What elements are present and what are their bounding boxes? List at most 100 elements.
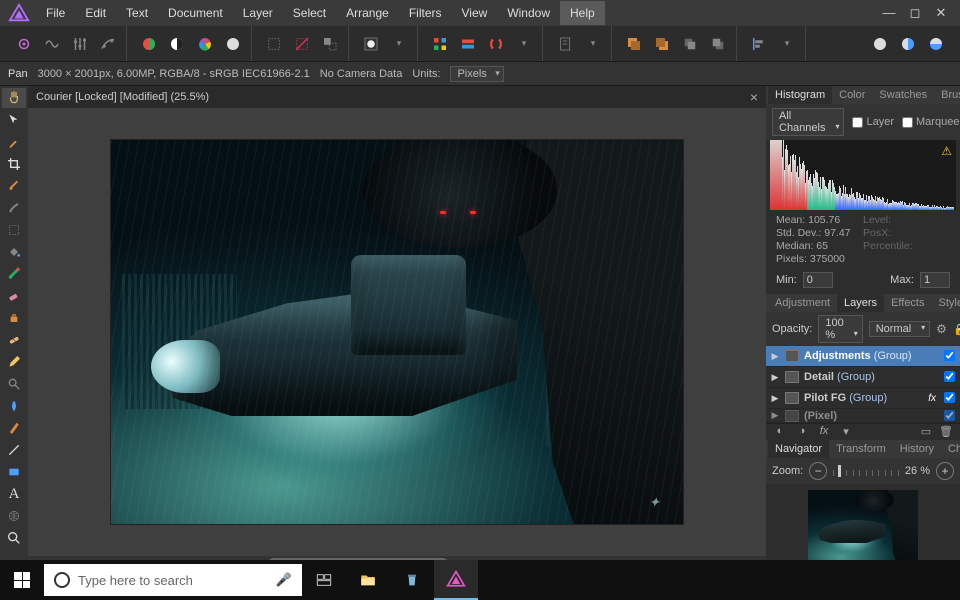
histogram-max-input[interactable] [920, 272, 950, 288]
recycle-bin-icon[interactable] [390, 560, 434, 600]
flood-fill-tool-icon[interactable] [2, 242, 26, 262]
task-view-icon[interactable] [302, 560, 346, 600]
layer-visibility-checkbox[interactable] [944, 371, 956, 383]
layer-expand-icon[interactable]: ▶ [770, 393, 780, 404]
layer-row-adjustments[interactable]: ▶Adjustments (Group) [766, 346, 960, 367]
layers-tab-effects[interactable]: Effects [884, 294, 931, 312]
crop-tool-icon[interactable] [2, 154, 26, 174]
delete-layer-icon[interactable]: 🗑 [938, 425, 954, 439]
layer-fx-icon[interactable]: fx [928, 393, 936, 404]
mesh-warp-tool-icon[interactable] [2, 506, 26, 526]
mic-icon[interactable]: 🎤 [276, 572, 292, 588]
document-tab-close-icon[interactable]: × [750, 89, 758, 105]
grid-icon[interactable] [428, 32, 452, 56]
layer-settings-icon[interactable]: ⚙ [936, 322, 947, 336]
dodge-tool-icon[interactable] [2, 374, 26, 394]
arrange-backward-icon[interactable] [706, 32, 730, 56]
histogram-tab-color[interactable]: Color [832, 86, 872, 104]
persona-tonemap-icon[interactable] [96, 32, 120, 56]
navigator-tab-channels[interactable]: Channels [941, 440, 960, 458]
selection-marquee-icon[interactable] [262, 32, 286, 56]
navigator-tab-history[interactable]: History [893, 440, 941, 458]
selection-deselect-icon[interactable] [290, 32, 314, 56]
assistant-icon[interactable] [553, 32, 577, 56]
histogram-tab-histogram[interactable]: Histogram [768, 86, 832, 104]
document-tab[interactable]: Courier [Locked] [Modified] (25.5%) × [28, 86, 766, 108]
color-wheel-icon[interactable] [193, 32, 217, 56]
minimize-button[interactable]: — [880, 5, 898, 21]
layers-tab-styles[interactable]: Styles [932, 294, 960, 312]
layer-row-detail[interactable]: ▶Detail (Group) [766, 367, 960, 388]
menu-layer[interactable]: Layer [233, 1, 283, 25]
histogram-min-input[interactable] [803, 272, 833, 288]
layer-lock-icon[interactable]: 🔒 [953, 323, 960, 336]
layer-expand-icon[interactable]: ▶ [770, 372, 780, 383]
menu-view[interactable]: View [452, 1, 498, 25]
healing-tool-icon[interactable] [2, 330, 26, 350]
start-button[interactable] [0, 560, 44, 600]
taskbar-search-input[interactable]: Type here to search 🎤 [44, 564, 302, 596]
menu-arrange[interactable]: Arrange [336, 1, 399, 25]
arrange-front-icon[interactable] [622, 32, 646, 56]
paint-brush-tool-icon[interactable] [2, 264, 26, 284]
blend-mode-dropdown[interactable]: Normal [869, 321, 930, 337]
layer-expand-icon[interactable]: ▶ [770, 410, 780, 421]
menu-window[interactable]: Window [497, 1, 560, 25]
mask-layer-icon[interactable]: ◐ [772, 425, 788, 439]
shape-rect-tool-icon[interactable] [2, 462, 26, 482]
smudge-tool-icon[interactable] [2, 198, 26, 218]
grayscale-icon[interactable] [165, 32, 189, 56]
layer-row-pilot-fg[interactable]: ▶Pilot FG (Group)fx [766, 388, 960, 409]
merge-layer-icon[interactable]: ▾ [838, 425, 854, 439]
snap-dropdown-icon[interactable]: ▾ [512, 32, 536, 56]
fx-layer-icon[interactable]: fx [816, 425, 832, 439]
preview-mirror-icon[interactable] [924, 32, 948, 56]
move-tool-icon[interactable] [2, 110, 26, 130]
zoom-slider[interactable] [833, 464, 899, 478]
blur-tool-icon[interactable] [2, 396, 26, 416]
histogram-tab-swatches[interactable]: Swatches [872, 86, 934, 104]
canvas[interactable]: ✦ [28, 108, 766, 556]
layer-visibility-checkbox[interactable] [944, 392, 956, 404]
close-button[interactable]: ✕ [932, 5, 950, 21]
preview-circle-icon[interactable] [868, 32, 892, 56]
persona-develop-icon[interactable] [68, 32, 92, 56]
erase-tool-icon[interactable] [2, 286, 26, 306]
layer-visibility-checkbox[interactable] [944, 350, 956, 362]
align-grid-icon[interactable] [456, 32, 480, 56]
selection-rect-tool-icon[interactable] [2, 220, 26, 240]
pen-tool-icon[interactable] [2, 418, 26, 438]
add-layer-icon[interactable]: ▭ [918, 425, 934, 439]
align-left-icon[interactable] [747, 32, 771, 56]
shape-line-tool-icon[interactable] [2, 440, 26, 460]
text-tool-icon[interactable]: A [2, 484, 26, 504]
navigator-tab-transform[interactable]: Transform [829, 440, 893, 458]
snap-icon[interactable] [484, 32, 508, 56]
color-solid-icon[interactable] [221, 32, 245, 56]
affinity-photo-taskbar-icon[interactable] [434, 560, 478, 600]
menu-text[interactable]: Text [116, 1, 158, 25]
layer-expand-icon[interactable]: ▶ [770, 351, 780, 362]
menu-select[interactable]: Select [283, 1, 336, 25]
histogram-marquee-checkbox[interactable]: Marquee [902, 116, 959, 128]
layers-tab-adjustment[interactable]: Adjustment [768, 294, 837, 312]
layer-visibility-checkbox[interactable] [944, 410, 956, 422]
brush-basic-icon[interactable] [2, 176, 26, 196]
clone-tool-icon[interactable] [2, 308, 26, 328]
adjustment-layer-icon[interactable]: ◑ [794, 425, 810, 439]
units-dropdown[interactable]: Pixels [450, 66, 503, 82]
file-explorer-icon[interactable] [346, 560, 390, 600]
menu-filters[interactable]: Filters [399, 1, 452, 25]
zoom-out-button[interactable]: − [809, 462, 827, 480]
navigator-tab-navigator[interactable]: Navigator [768, 440, 829, 458]
menu-help[interactable]: Help [560, 1, 605, 25]
pencil-tool-icon[interactable] [2, 352, 26, 372]
navigator-preview[interactable] [766, 484, 960, 570]
preview-split-icon[interactable] [896, 32, 920, 56]
histogram-channel-dropdown[interactable]: All Channels [772, 108, 844, 136]
arrange-back-icon[interactable] [650, 32, 674, 56]
selection-invert-icon[interactable] [318, 32, 342, 56]
histogram-layer-checkbox[interactable]: Layer [852, 116, 894, 128]
pan-tool-icon[interactable] [2, 88, 26, 108]
menu-edit[interactable]: Edit [75, 1, 116, 25]
